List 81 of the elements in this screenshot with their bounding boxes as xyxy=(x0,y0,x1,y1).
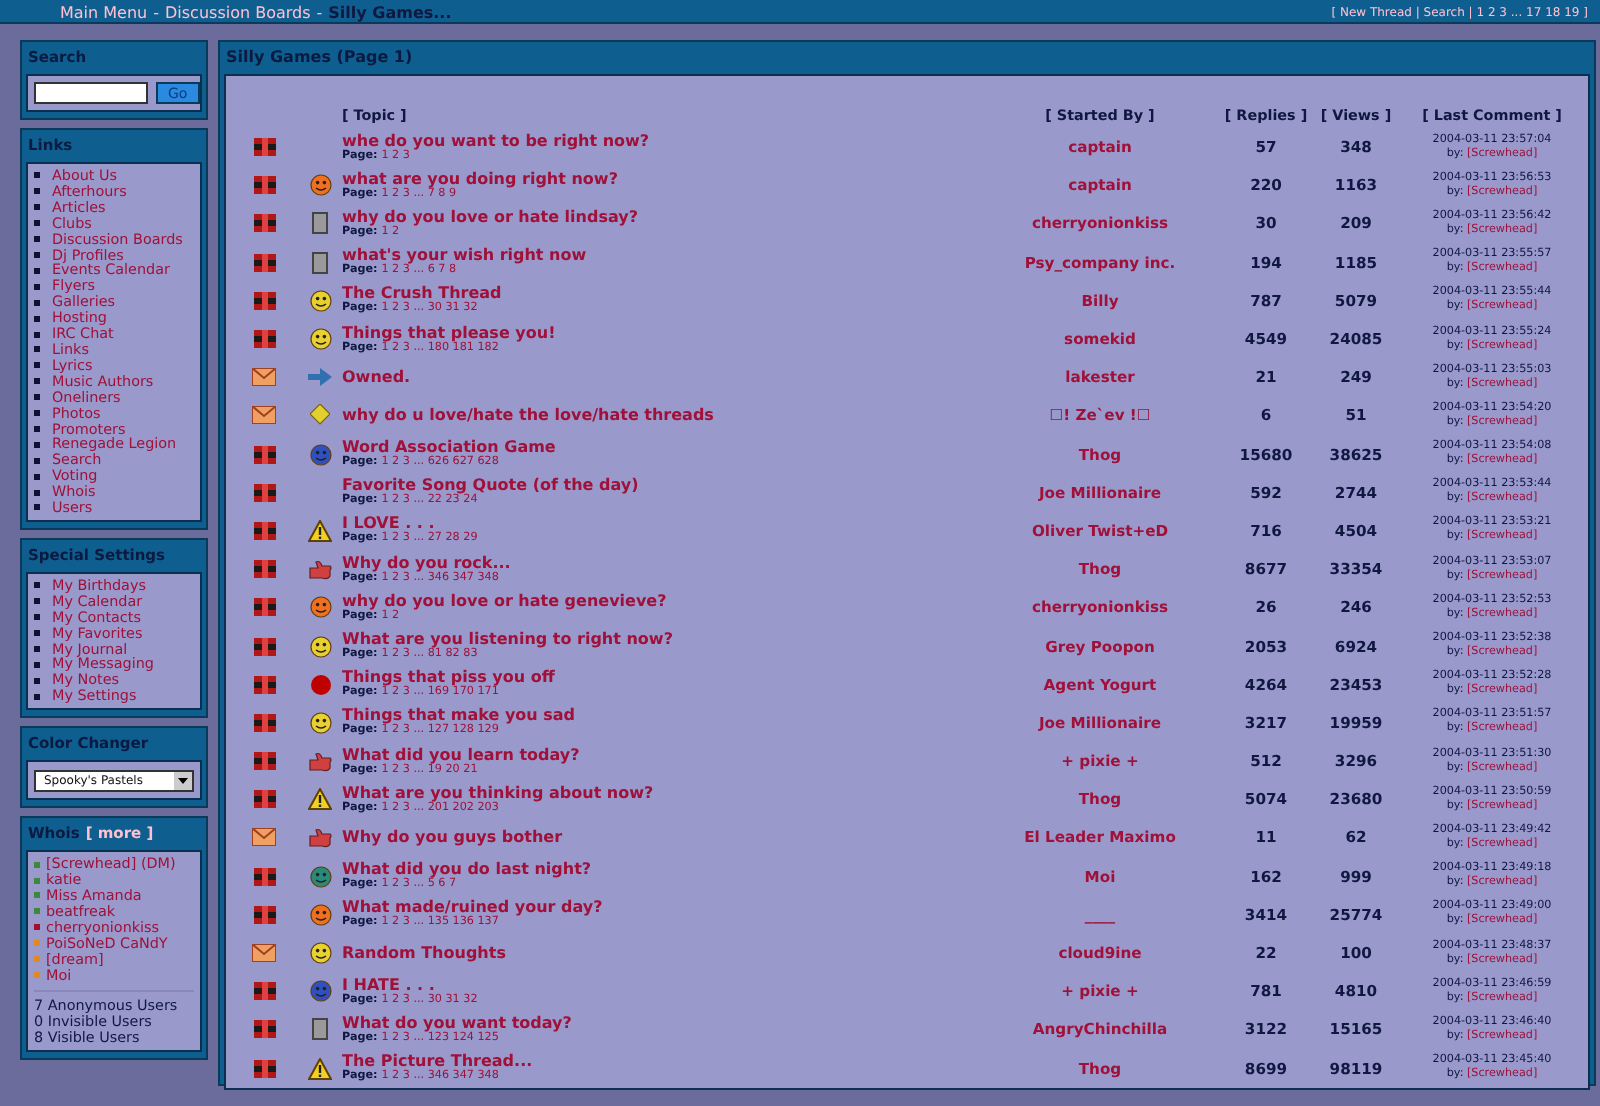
smiley-icon xyxy=(309,289,331,312)
topic-link[interactable]: Why do you guys bother xyxy=(342,828,980,847)
topic-link[interactable]: What are you listening to right now? xyxy=(342,630,980,649)
topic-link[interactable]: What did you learn today? xyxy=(342,745,980,764)
face-icon xyxy=(309,865,331,888)
hot-topic-icon xyxy=(253,867,275,886)
breadcrumb-separator: - xyxy=(153,4,159,22)
hot-topic-icon xyxy=(253,483,275,502)
envelope-icon xyxy=(252,406,276,425)
topic-link[interactable]: Random Thoughts xyxy=(342,944,980,963)
warning-icon xyxy=(308,1057,332,1080)
hot-topic-icon xyxy=(253,713,275,732)
hot-topic-icon xyxy=(253,905,275,924)
topic-link[interactable]: Favorite Song Quote (of the day) xyxy=(342,476,980,495)
dropdown-arrow-icon xyxy=(174,772,192,791)
topic-link[interactable]: The Picture Thread... xyxy=(342,1052,980,1071)
topic-link[interactable]: I HATE . . . xyxy=(342,975,980,994)
hot-topic-icon xyxy=(253,752,275,771)
topic-link[interactable]: why do u love/hate the love/hate threads xyxy=(342,406,980,425)
hot-topic-icon xyxy=(253,521,275,540)
smiley-icon xyxy=(309,328,331,351)
page-icon xyxy=(312,212,328,235)
topic-link[interactable]: Things that please you! xyxy=(342,323,980,342)
topic-link[interactable]: Things that make you sad xyxy=(342,706,980,725)
warning-icon xyxy=(308,788,332,811)
envelope-icon xyxy=(252,944,276,963)
hot-topic-icon xyxy=(253,675,275,694)
hand-icon xyxy=(308,827,332,848)
hot-topic-icon xyxy=(253,176,275,195)
hot-topic-icon xyxy=(253,291,275,310)
face-icon xyxy=(309,903,331,926)
board-title: Silly Games (Page 1) xyxy=(224,46,415,70)
smiley-icon xyxy=(309,711,331,734)
arrow-icon xyxy=(308,368,332,387)
topic-link[interactable]: What do you want today? xyxy=(342,1013,980,1032)
topic-link[interactable]: what's your wish right now xyxy=(342,246,980,265)
topic-link[interactable]: The Crush Thread xyxy=(342,284,980,303)
face-icon xyxy=(309,174,331,197)
breadcrumb-separator: - xyxy=(316,4,323,22)
hot-topic-icon xyxy=(253,214,275,233)
breadcrumb-link[interactable]: Discussion Boards xyxy=(165,4,311,22)
topic-link[interactable]: whe do you want to be right now? xyxy=(342,131,980,150)
hot-topic-icon xyxy=(253,253,275,272)
hot-topic-icon xyxy=(253,445,275,464)
hot-topic-icon xyxy=(253,790,275,809)
topic-link[interactable]: what are you doing right now? xyxy=(342,169,980,188)
page-icon xyxy=(312,251,328,274)
breadcrumb-current: Silly Games... xyxy=(328,4,452,22)
topic-link[interactable]: I LOVE . . . xyxy=(342,514,980,533)
topic-link[interactable]: What made/ruined your day? xyxy=(342,898,980,917)
face-icon xyxy=(309,596,331,619)
smiley-icon xyxy=(309,942,331,965)
topic-link[interactable]: Word Association Game xyxy=(342,438,980,457)
hot-topic-icon xyxy=(253,598,275,617)
hot-topic-icon xyxy=(253,982,275,1001)
topic-link[interactable]: Things that piss you off xyxy=(342,668,980,687)
topic-link[interactable]: why do you love or hate genevieve? xyxy=(342,591,980,610)
hot-topic-icon xyxy=(253,330,275,349)
smiley-icon xyxy=(309,635,331,658)
ball-icon xyxy=(309,673,331,696)
page-icon xyxy=(312,1018,328,1041)
search-field[interactable] xyxy=(34,82,148,104)
hot-topic-icon xyxy=(253,637,275,656)
topic-link[interactable]: What are you thinking about now? xyxy=(342,783,980,802)
face-icon xyxy=(309,980,331,1003)
hand-icon xyxy=(308,751,332,772)
topic-link[interactable]: Owned. xyxy=(342,368,980,387)
face-icon xyxy=(309,443,331,466)
hot-topic-icon xyxy=(253,138,275,157)
hot-topic-icon xyxy=(253,1020,275,1039)
topic-link[interactable]: What did you do last night? xyxy=(342,860,980,879)
hand-icon xyxy=(308,559,332,580)
envelope-icon xyxy=(252,368,276,387)
breadcrumb-link[interactable]: Main Menu xyxy=(60,4,148,22)
warning-icon xyxy=(308,519,332,542)
hot-topic-icon xyxy=(253,560,275,579)
topic-link[interactable]: why do you love or hate lindsay? xyxy=(342,207,980,226)
envelope-icon xyxy=(252,828,276,847)
diamond-icon xyxy=(310,404,330,427)
hot-topic-icon xyxy=(253,1059,275,1078)
topic-link[interactable]: Why do you rock... xyxy=(342,553,980,572)
